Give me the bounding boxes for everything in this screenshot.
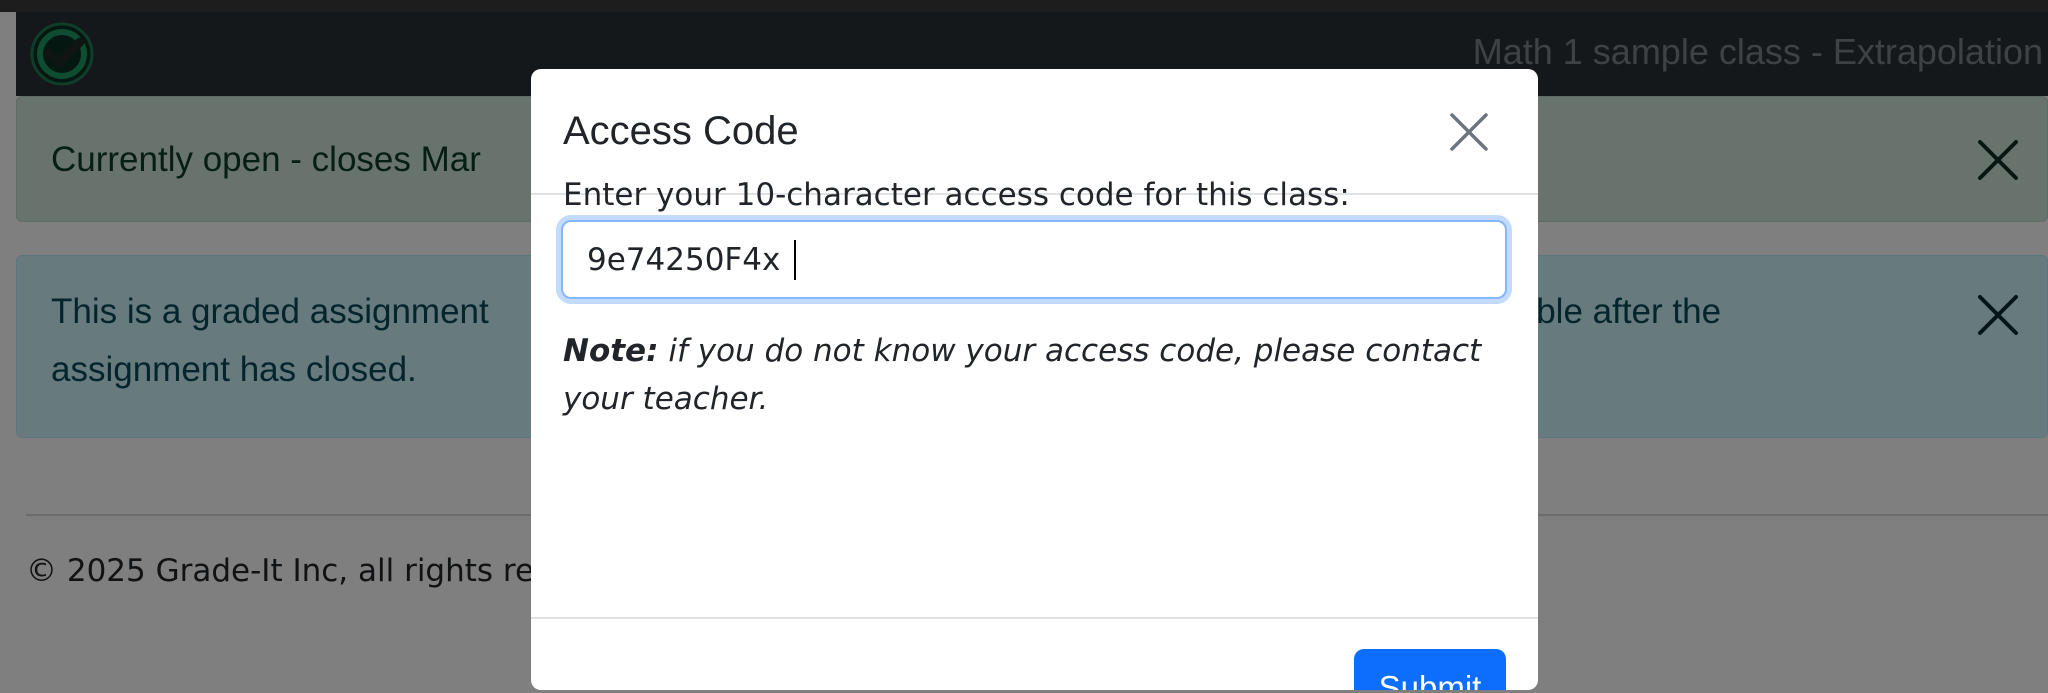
submit-button[interactable]: Submit xyxy=(1354,649,1506,690)
modal-title: Access Code xyxy=(563,109,799,153)
access-code-modal: Access Code Enter your 10-character acce… xyxy=(531,69,1538,690)
text-cursor xyxy=(794,240,796,280)
access-code-field-wrapper xyxy=(561,220,1507,299)
access-code-note: Note: if you do not know your access cod… xyxy=(563,327,1503,423)
close-icon[interactable] xyxy=(1448,111,1490,153)
access-code-label: Enter your 10-character access code for … xyxy=(563,177,1350,213)
note-text: if you do not know your access code, ple… xyxy=(563,333,1482,417)
page: Math 1 sample class - Extrapolation Curr… xyxy=(0,0,2048,693)
access-code-input[interactable] xyxy=(563,222,1505,297)
note-label: Note: xyxy=(563,333,659,369)
